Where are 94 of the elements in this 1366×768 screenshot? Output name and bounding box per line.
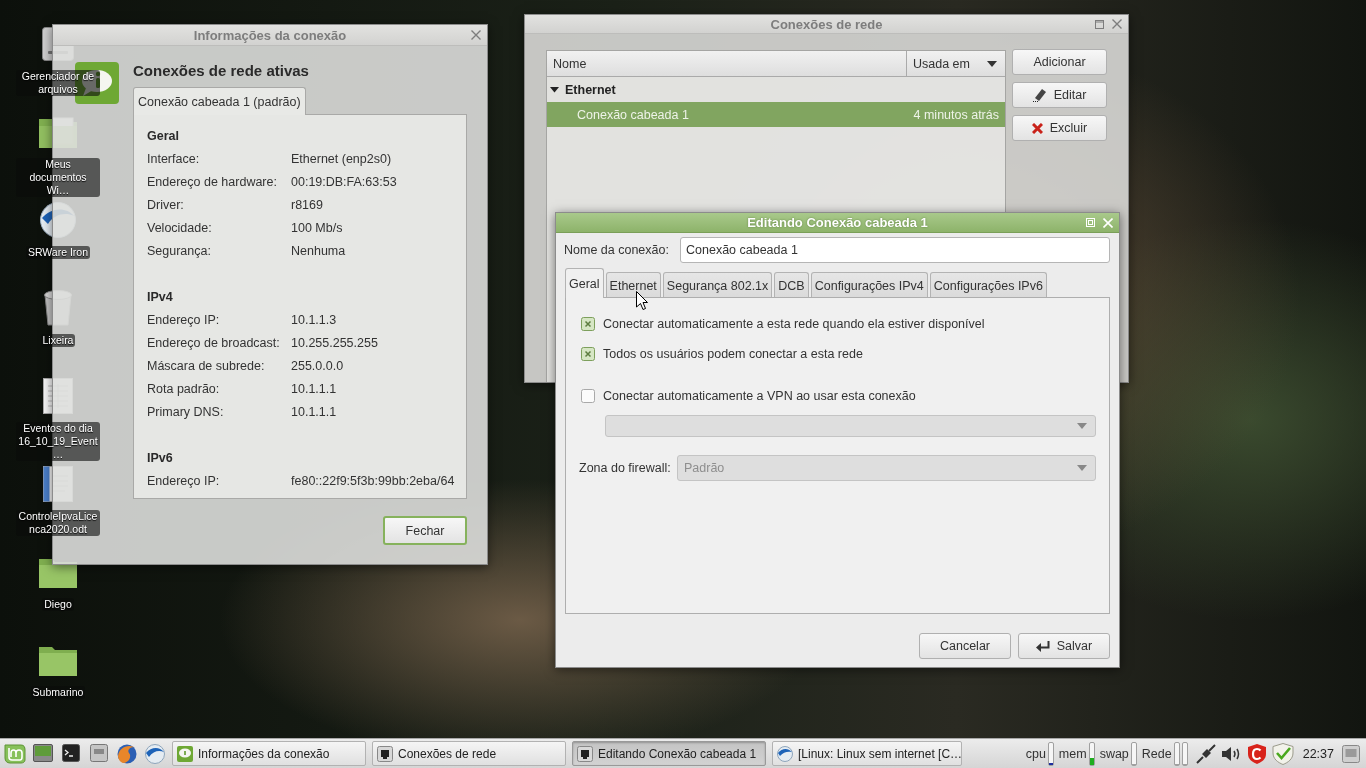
delete-icon [1031,122,1043,134]
field-value: 10.1.1.1 [291,381,337,398]
field-value: Ethernet (enp2s0) [291,151,392,168]
tab[interactable]: Configurações IPv6 [929,272,1047,298]
field-value: fe80::22f9:5f3b:99bb:2eba/64 [291,473,455,490]
field-label: Nome da conexão: [564,243,670,257]
tree-group-row[interactable]: Ethernet [547,77,1005,102]
taskbar-window-button[interactable]: Conexões de rede [372,741,566,766]
column-header[interactable]: Usada em [906,51,1005,76]
expander-icon[interactable] [550,85,559,94]
screen-icon[interactable] [33,743,53,762]
clock[interactable]: 22:37 [1302,746,1334,761]
close-icon[interactable] [1112,19,1122,29]
folder-icon[interactable] [39,644,77,676]
section-heading: IPv6 [147,450,174,467]
caret-icon [1077,465,1087,471]
table-cell: Conexão cabeada 1 [577,107,689,122]
field-label: Endereço IP: [147,312,221,329]
window-icon[interactable] [1342,744,1360,763]
close-icon[interactable] [471,30,481,40]
field-label: Primary DNS: [147,404,225,421]
drive-icon[interactable] [90,743,108,762]
return-arrow-icon [1035,640,1050,652]
window-title: Informações da conexão [193,27,347,43]
volume-icon[interactable] [1221,745,1242,762]
field-label: Driver: [147,197,185,214]
ethernet-port-icon [577,745,593,762]
section-heading: IPv4 [147,289,174,306]
field-value: 100 Mb/s [291,220,343,237]
field-label: Endereço de broadcast: [147,335,281,352]
window-title: Conexões de rede [770,16,883,32]
sort-caret-icon [987,60,997,67]
tab[interactable]: Ethernet [605,272,661,298]
cancel-button[interactable]: Cancelar [919,633,1011,659]
sphere-icon[interactable] [145,743,165,764]
field-value: 10.1.1.1 [291,404,337,421]
field-value: r8169 [291,197,323,214]
ethernet-port-icon [377,745,393,762]
pencil-icon [1032,88,1047,102]
field-value: 255.0.0.0 [291,358,344,375]
taskbar-window-button[interactable]: [Linux: Linux sem internet [C… [772,741,962,766]
field-value: 10.1.1.3 [291,312,337,329]
monitor-label: Rede [1141,746,1172,761]
edit-button[interactable]: Editar [1012,82,1107,108]
field-label: Velocidade: [147,220,213,237]
caret-icon [1077,423,1087,429]
taskbar-window-button[interactable]: Informações da conexão [172,741,366,766]
dialog-heading: Conexões de rede ativas [133,62,310,80]
checkbox-label[interactable]: Todos os usuários podem conectar a esta rede [603,347,863,361]
shield-icon[interactable] [1247,743,1266,764]
field-value: Nenhuma [291,243,346,260]
globe-icon[interactable] [117,743,137,764]
connection-name-field[interactable]: Conexão cabeada 1 [680,237,1110,263]
field-label: Rota padrão: [147,381,221,398]
field-label: Zona do firewall: [579,461,671,475]
taskbar-window-button[interactable]: Editando Conexão cabeada 1 [572,741,766,766]
close-button[interactable]: Fechar [383,516,467,545]
column-header[interactable]: Nome [547,51,906,76]
monitor-label: cpu [1025,746,1046,761]
menu-icon[interactable] [4,743,26,764]
field-value: 10.255.255.255 [291,335,378,352]
check-shield-icon[interactable] [1271,742,1294,765]
monitor-label: swap [1099,746,1129,761]
field-value: 00:19:DB:FA:63:53 [291,174,397,191]
maximize-icon[interactable] [1095,19,1104,29]
save-button[interactable]: Salvar [1018,633,1110,659]
info-icon [177,745,193,762]
tab[interactable]: Conexão cabeada 1 (padrão) [133,87,306,115]
section-heading: Geral [147,128,180,145]
mouse-cursor-icon [636,291,648,310]
checkbox[interactable] [581,347,595,361]
desktop-icon-label[interactable]: Submarino [30,686,86,699]
tab[interactable]: Configurações IPv4 [810,272,928,298]
field-label: Interface: [147,151,201,168]
terminal-icon[interactable] [62,743,80,762]
table-cell: 4 minutos atrás [913,107,999,122]
field-label: Máscara de subrede: [147,358,266,375]
tab[interactable]: Segurança 802.1x [662,272,773,298]
checkbox-label[interactable]: Conectar automaticamente a esta rede quando ela estiver disponível [603,317,985,331]
monitor-label: mem [1058,746,1087,761]
field-label: Endereço IP: [147,473,221,490]
window-title: Editando Conexão cabeada 1 [747,215,928,230]
field-label: Segurança: [147,243,212,260]
delete-button[interactable]: Excluir [1012,115,1107,141]
tab[interactable]: DCB [774,272,809,298]
checkbox-label[interactable]: Conectar automaticamente a VPN ao usar esta conexão [603,389,916,403]
sphere-icon [777,745,793,762]
desktop-icon-label[interactable]: Diego [42,598,74,611]
tab[interactable]: Geral [565,268,604,298]
checkbox[interactable] [581,317,595,331]
plug-icon[interactable] [1195,743,1216,764]
checkbox[interactable] [581,389,595,403]
add-button[interactable]: Adicionar [1012,49,1107,75]
field-label: Endereço de hardware: [147,174,278,191]
